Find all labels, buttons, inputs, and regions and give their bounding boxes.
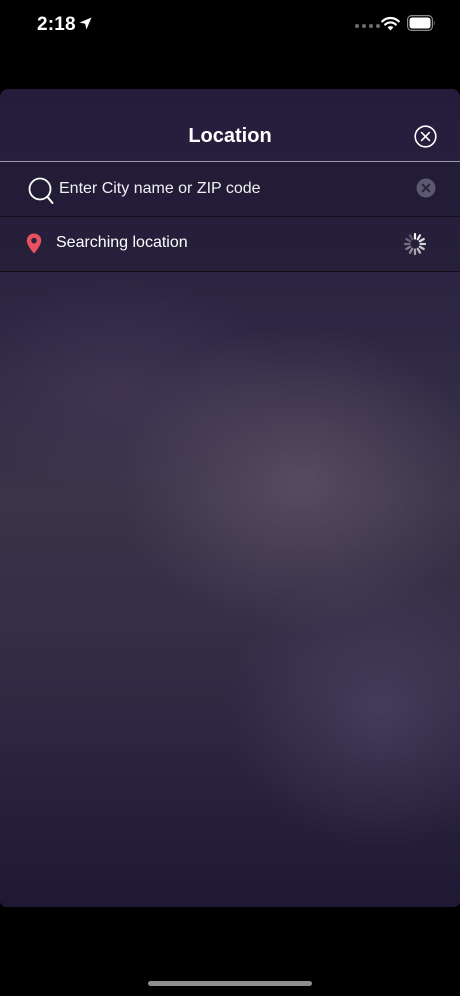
loading-spinner-icon (403, 232, 427, 256)
page-title: Location (188, 125, 272, 147)
map-pin-icon (26, 233, 42, 254)
location-panel: Location Searching location (0, 89, 460, 907)
search-icon (28, 177, 54, 204)
home-indicator[interactable] (148, 981, 312, 986)
search-bar (0, 162, 460, 217)
status-time: 2:18 (37, 14, 76, 35)
clear-circle-icon (416, 178, 436, 198)
battery-icon (407, 15, 435, 31)
location-arrow-icon (79, 17, 92, 30)
status-bar: 2:18 (0, 0, 460, 52)
current-location-row[interactable]: Searching location (0, 217, 460, 272)
close-button[interactable] (414, 125, 437, 148)
current-location-label: Searching location (56, 234, 188, 251)
wifi-icon (381, 16, 400, 31)
close-circle-icon (414, 125, 437, 148)
cellular-signal-icon (355, 24, 380, 28)
panel-header: Location (0, 89, 460, 162)
clear-search-button[interactable] (416, 178, 436, 198)
search-input[interactable] (59, 176, 399, 202)
